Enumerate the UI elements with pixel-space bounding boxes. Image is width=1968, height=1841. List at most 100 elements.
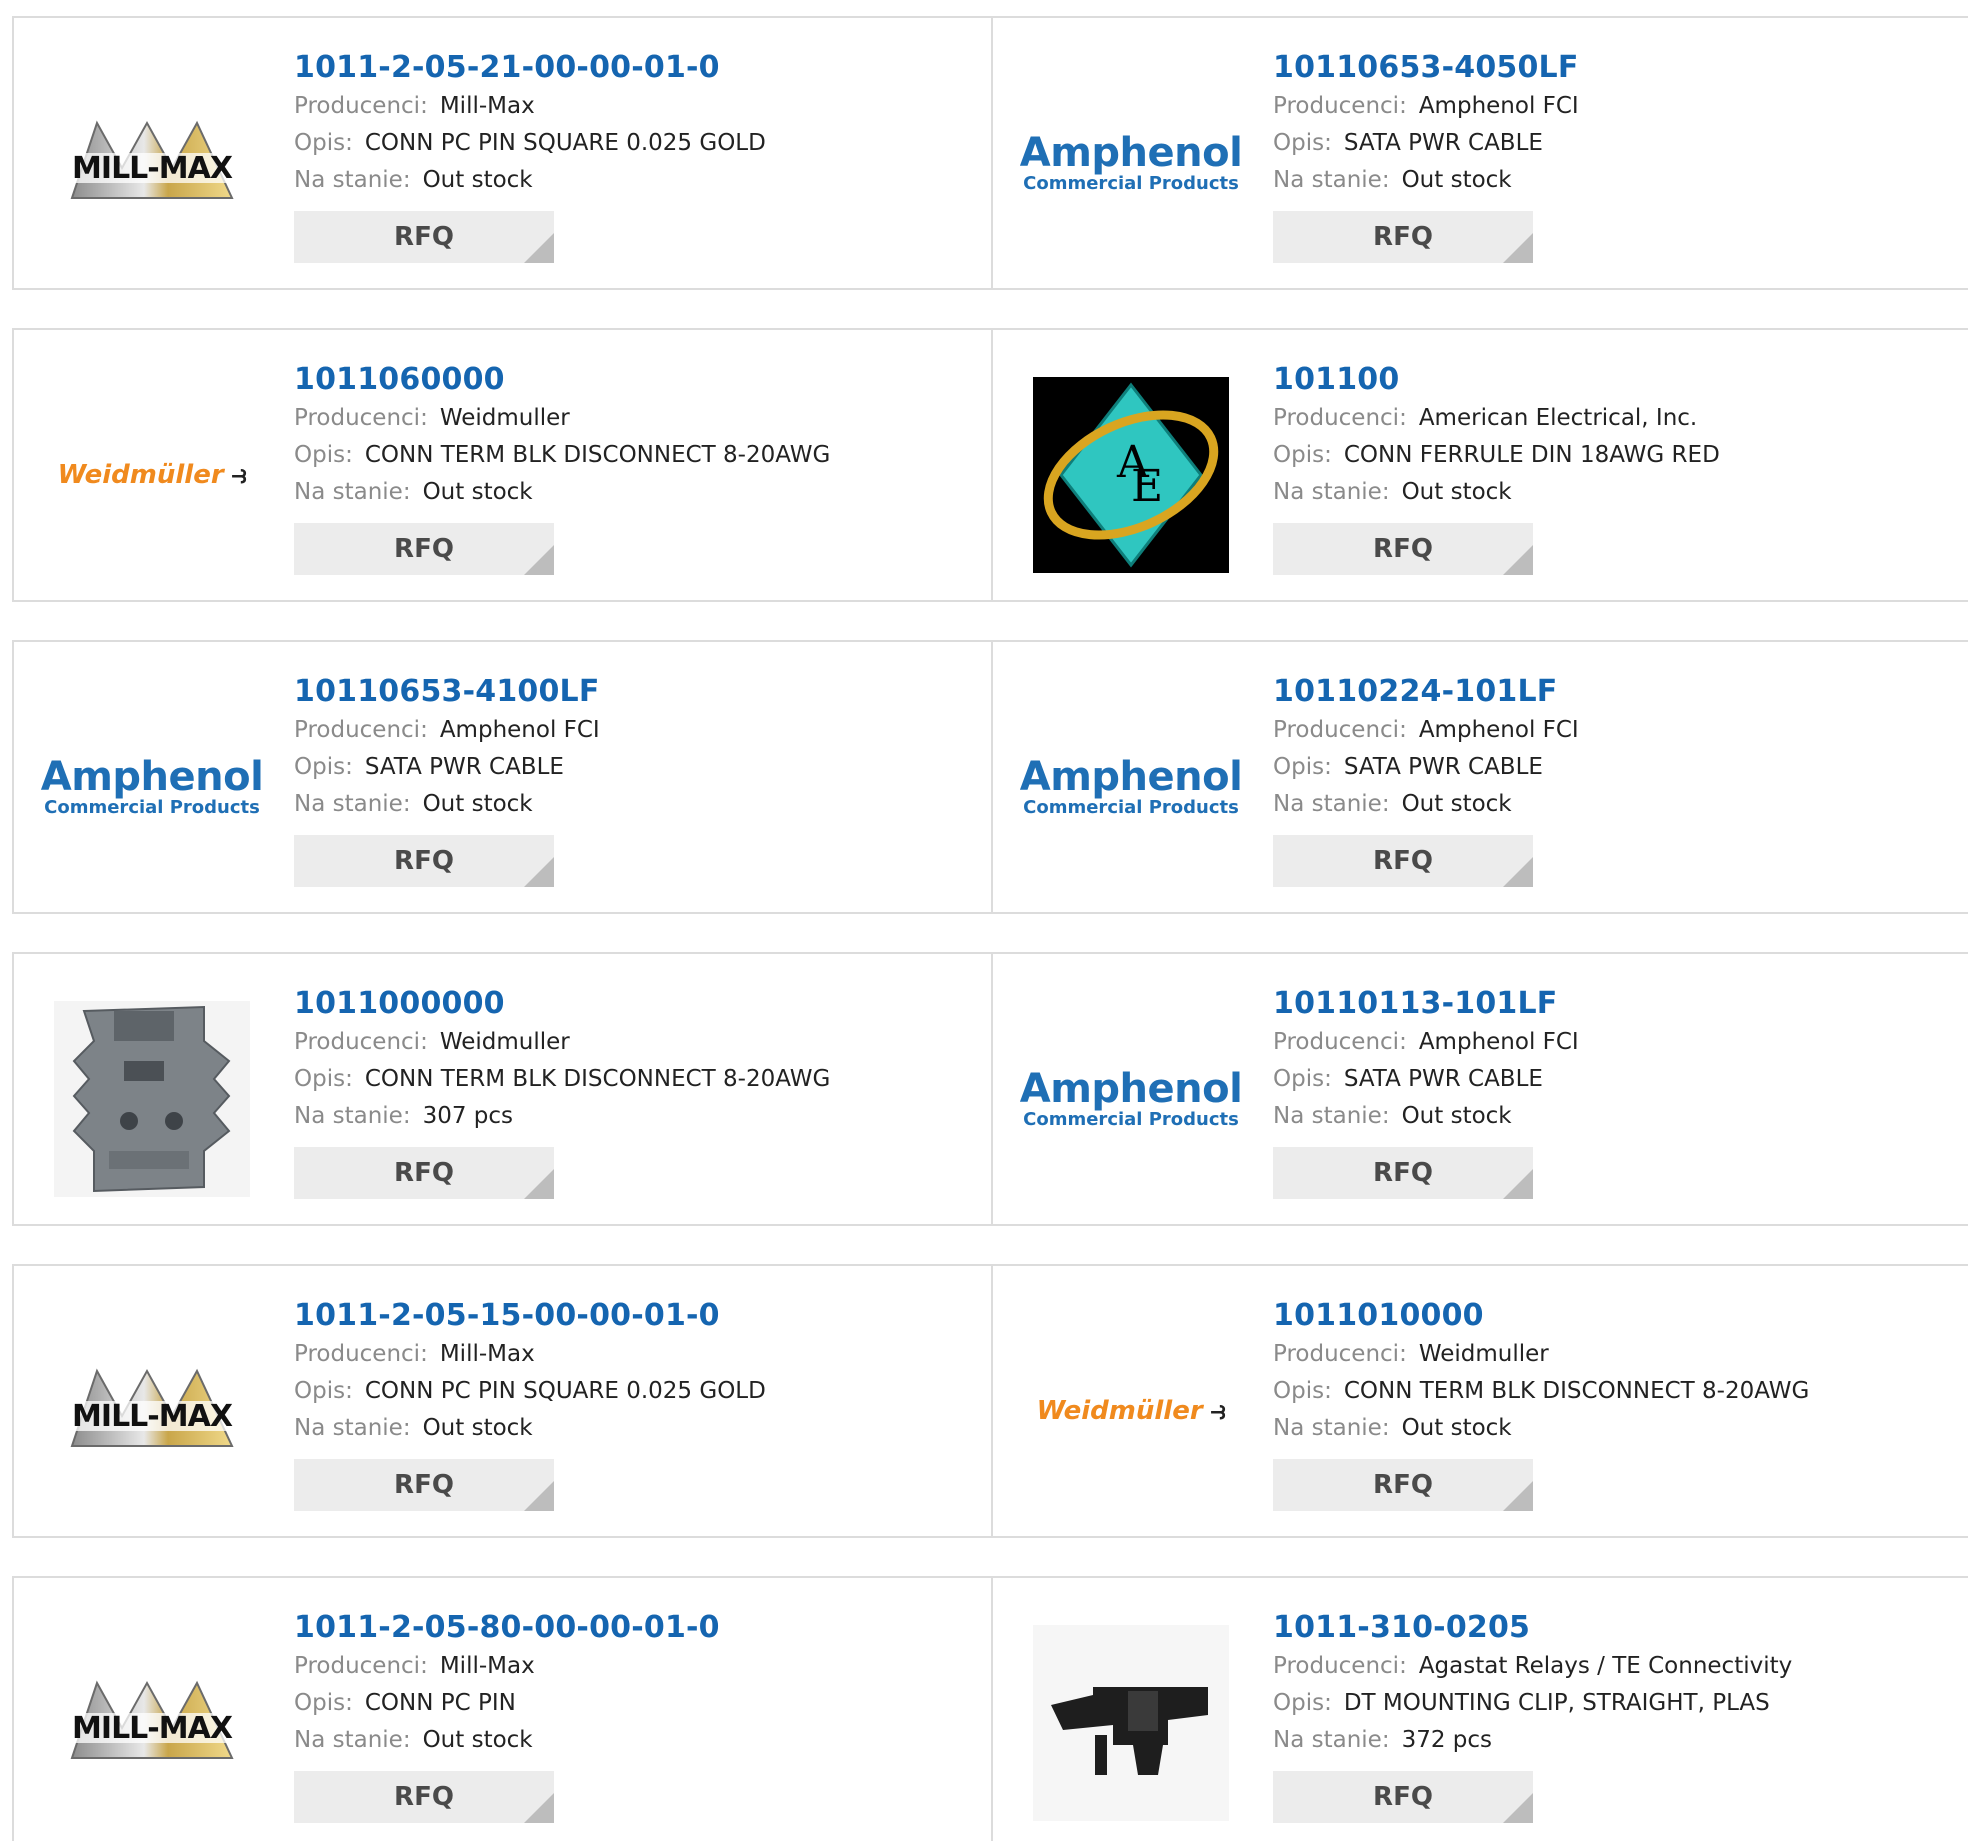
amphenol-logo[interactable]: Amphenol Commercial Products (41, 687, 264, 887)
stock-value: 372 pcs (1401, 1727, 1493, 1753)
manufacturer-label: Producenci: (1273, 1341, 1407, 1367)
manufacturer-value: Amphenol FCI (1418, 1029, 1579, 1055)
part-number-link[interactable]: 10110113-101LF (1273, 984, 1579, 1024)
manufacturer-value: Amphenol FCI (439, 717, 600, 743)
stock-label: Na stanie: (1273, 791, 1390, 817)
product-card: MILL-MAX 1011-2-05-80-00-00-01-0 Produce… (14, 1578, 991, 1841)
product-card: MILL-MAX 1011-2-05-21-00-00-01-0 Produce… (14, 18, 991, 288)
description-value: CONN FERRULE DIN 18AWG RED (1343, 442, 1720, 468)
rfq-button[interactable]: RFQ (1273, 835, 1533, 887)
svg-text:MILL-MAX: MILL-MAX (72, 151, 233, 186)
millmax-logo[interactable]: MILL-MAX (52, 63, 252, 263)
description-value: SATA PWR CABLE (1343, 130, 1543, 156)
product-card: Weidmüller ⥽ 1011010000 Producenci: Weidmu… (991, 1266, 1968, 1536)
manufacturer-label: Producenci: (1273, 717, 1407, 743)
description-value: CONN TERM BLK DISCONNECT 8-20AWG (1343, 1378, 1810, 1404)
part-number-link[interactable]: 10110653-4100LF (294, 672, 600, 712)
rfq-button[interactable]: RFQ (294, 1771, 554, 1823)
weidmuller-logo[interactable]: Weidmüller ⥽ (1031, 1311, 1231, 1511)
description-value: SATA PWR CABLE (1343, 754, 1543, 780)
description-value: DT MOUNTING CLIP, STRAIGHT, PLAS (1343, 1690, 1770, 1716)
rfq-button[interactable]: RFQ (294, 1459, 554, 1511)
rfq-button[interactable]: RFQ (1273, 1771, 1533, 1823)
part-number-link[interactable]: 1011-2-05-15-00-00-01-0 (294, 1296, 766, 1336)
stock-label: Na stanie: (1273, 1103, 1390, 1129)
manufacturer-value: Mill-Max (439, 93, 535, 119)
amphenol-logo[interactable]: Amphenol Commercial Products (1020, 63, 1243, 263)
weidmuller-logo-text: Weidmüller (57, 459, 224, 490)
manufacturer-label: Producenci: (294, 405, 428, 431)
product-card: MILL-MAX 1011-2-05-15-00-00-01-0 Produce… (14, 1266, 991, 1536)
millmax-logo[interactable]: MILL-MAX (52, 1623, 252, 1823)
description-value: CONN TERM BLK DISCONNECT 8-20AWG (364, 1066, 831, 1092)
amphenol-logo-subtext: Commercial Products (1023, 797, 1239, 818)
product-card: Amphenol Commercial Products 10110113-10… (991, 954, 1968, 1224)
part-number-link[interactable]: 10110224-101LF (1273, 672, 1579, 712)
manufacturer-value: Amphenol FCI (1418, 93, 1579, 119)
american-electrical-logo[interactable]: A E (1031, 375, 1231, 575)
amphenol-logo-text: Amphenol (1019, 754, 1243, 800)
part-number-link[interactable]: 1011-2-05-80-00-00-01-0 (294, 1608, 720, 1648)
description-label: Opis: (294, 442, 353, 468)
part-number-link[interactable]: 1011060000 (294, 360, 830, 400)
part-number-link[interactable]: 1011000000 (294, 984, 830, 1024)
rfq-button[interactable]: RFQ (1273, 211, 1533, 263)
part-number-link[interactable]: 101100 (1273, 360, 1720, 400)
mounting-clip-image[interactable] (1031, 1623, 1231, 1823)
stock-label: Na stanie: (294, 1727, 411, 1753)
part-number-link[interactable]: 1011-310-0205 (1273, 1608, 1792, 1648)
description-label: Opis: (294, 1066, 353, 1092)
rfq-button[interactable]: RFQ (294, 523, 554, 575)
amphenol-logo-text: Amphenol (1019, 1066, 1243, 1112)
part-number-link[interactable]: 1011010000 (1273, 1296, 1809, 1336)
stock-label: Na stanie: (294, 479, 411, 505)
rfq-button[interactable]: RFQ (294, 1147, 554, 1199)
millmax-logo-icon: MILL-MAX (60, 1680, 244, 1759)
stock-label: Na stanie: (1273, 479, 1390, 505)
millmax-logo[interactable]: MILL-MAX (52, 1311, 252, 1511)
amphenol-logo-text: Amphenol (1019, 130, 1243, 176)
rfq-button[interactable]: RFQ (294, 835, 554, 887)
product-row: Weidmüller ⥽ 1011060000 Producenci: Weidmu… (12, 328, 1968, 602)
stock-label: Na stanie: (294, 1415, 411, 1441)
stock-value: Out stock (422, 791, 533, 817)
manufacturer-value: Amphenol FCI (1418, 717, 1579, 743)
manufacturer-label: Producenci: (1273, 93, 1407, 119)
stock-value: Out stock (1401, 1415, 1512, 1441)
manufacturer-label: Producenci: (294, 93, 428, 119)
product-card: Amphenol Commercial Products 10110653-40… (991, 18, 1968, 288)
millmax-logo-icon: MILL-MAX (60, 1368, 244, 1447)
stock-label: Na stanie: (1273, 167, 1390, 193)
rfq-button[interactable]: RFQ (294, 211, 554, 263)
description-label: Opis: (1273, 130, 1332, 156)
description-label: Opis: (1273, 1378, 1332, 1404)
weidmuller-symbol-icon: ⥽ (231, 459, 247, 490)
product-card: Amphenol Commercial Products 10110653-41… (14, 642, 991, 912)
product-card: Weidmüller ⥽ 1011060000 Producenci: Weidmu… (14, 330, 991, 600)
stock-value: Out stock (1401, 791, 1512, 817)
stock-value: Out stock (1401, 479, 1512, 505)
product-row: Amphenol Commercial Products 10110653-41… (12, 640, 1968, 914)
product-card: 1011000000 Producenci: Weidmuller Opis: CO… (14, 954, 991, 1224)
amphenol-logo[interactable]: Amphenol Commercial Products (1020, 999, 1243, 1199)
weidmuller-logo[interactable]: Weidmüller ⥽ (52, 375, 252, 575)
stock-value: Out stock (1401, 1103, 1512, 1129)
terminal-block-image[interactable] (52, 999, 252, 1199)
rfq-button[interactable]: RFQ (1273, 1459, 1533, 1511)
product-card: A E 101100 Producenci: American Electrica… (991, 330, 1968, 600)
amphenol-logo-subtext: Commercial Products (44, 797, 260, 818)
rfq-button[interactable]: RFQ (1273, 523, 1533, 575)
description-value: CONN PC PIN (364, 1690, 516, 1716)
manufacturer-label: Producenci: (1273, 405, 1407, 431)
part-number-link[interactable]: 10110653-4050LF (1273, 48, 1579, 88)
amphenol-logo[interactable]: Amphenol Commercial Products (1020, 687, 1243, 887)
manufacturer-value: Mill-Max (439, 1341, 535, 1367)
amphenol-logo-subtext: Commercial Products (1023, 1109, 1239, 1130)
rfq-button[interactable]: RFQ (1273, 1147, 1533, 1199)
part-number-link[interactable]: 1011-2-05-21-00-00-01-0 (294, 48, 766, 88)
stock-value: Out stock (422, 1415, 533, 1441)
product-card: 1011-310-0205 Producenci: Agastat Relays … (991, 1578, 1968, 1841)
manufacturer-label: Producenci: (294, 1029, 428, 1055)
amphenol-logo-text: Amphenol (40, 754, 264, 800)
svg-text:E: E (1131, 461, 1163, 512)
